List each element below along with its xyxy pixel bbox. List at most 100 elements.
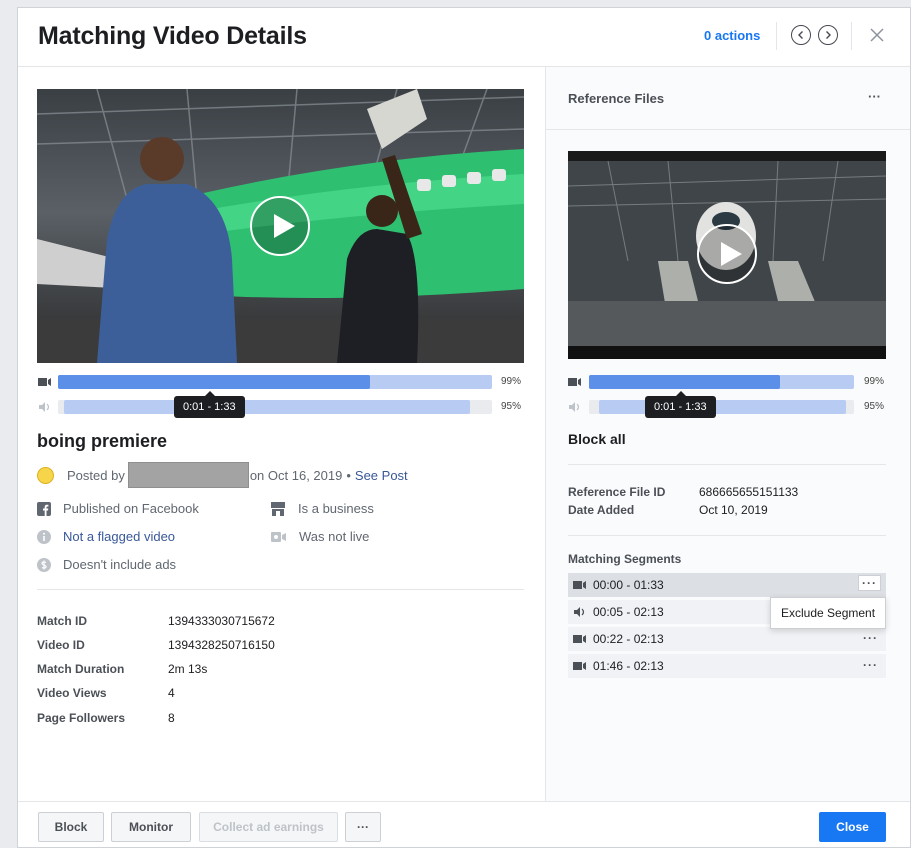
reference-file-id-label: Reference File ID [568, 485, 666, 499]
info-icon [37, 529, 51, 544]
reference-video-match-percent: 99% [864, 376, 885, 387]
reference-audio-match-percent: 95% [864, 401, 885, 412]
section-divider [568, 464, 886, 465]
close-button[interactable]: Close [819, 812, 886, 842]
previous-button[interactable] [791, 25, 811, 45]
fact-live-label: Was not live [299, 529, 370, 544]
audio-match-bar-fill [64, 400, 471, 414]
match-duration-value: 2m 13s [168, 662, 208, 676]
dialog-title: Matching Video Details [38, 22, 307, 50]
video-title: boing premiere [37, 431, 168, 451]
video-camera-icon [38, 378, 51, 386]
segment-more-button[interactable]: ··· [858, 575, 881, 591]
video-camera-icon [568, 378, 581, 386]
fact-published: Published on Facebook [37, 501, 199, 516]
segment-tooltip: 0:01 - 1:33 [174, 391, 245, 418]
audio-match-percent: 95% [501, 401, 522, 412]
exclude-segment-menu-item[interactable]: Exclude Segment [770, 597, 887, 629]
reference-audio-match-bar [589, 400, 854, 414]
segment-row[interactable]: 00:22 - 02:13 ··· [568, 627, 886, 651]
separator-bullet: • [346, 467, 351, 483]
segment-row[interactable]: 01:46 - 02:13 ··· [568, 654, 886, 678]
next-button[interactable] [818, 25, 838, 45]
segment-range: 00:22 - 02:13 [593, 632, 664, 646]
segment-range: 00:05 - 02:13 [593, 605, 664, 619]
match-id-label: Match ID [37, 614, 88, 628]
live-video-icon [271, 531, 286, 542]
section-divider [546, 129, 910, 130]
monitor-button[interactable]: Monitor [111, 812, 191, 842]
reference-policy: Block all [568, 431, 626, 447]
header-divider [776, 22, 777, 50]
reference-files-panel: Reference Files ··· 99% 95% 0:01 - 1:33 … [546, 67, 910, 801]
posted-date: on Oct 16, 2019 [249, 467, 343, 483]
fact-flagged: Not a flagged video [37, 529, 175, 544]
fact-ads: Doesn't include ads [37, 557, 176, 572]
see-post-link[interactable]: See Post [355, 468, 408, 483]
segment-more-button[interactable]: ··· [863, 631, 878, 645]
dialog-footer: Block Monitor Collect ad earnings ··· Cl… [18, 801, 910, 847]
reference-audio-match-bar-fill [599, 400, 847, 414]
fact-business: Is a business [271, 501, 374, 516]
chevron-left-icon [798, 31, 803, 39]
fact-published-label: Published on Facebook [63, 501, 199, 516]
posted-by-label: Posted by [67, 467, 125, 483]
segment-more-button[interactable]: ··· [863, 658, 878, 672]
footer-more-button[interactable]: ··· [345, 812, 381, 842]
collect-ad-earnings-button[interactable]: Collect ad earnings [199, 812, 338, 842]
date-added-value: Oct 10, 2019 [699, 503, 768, 517]
header-divider [851, 22, 852, 50]
segment-range: 00:00 - 01:33 [593, 578, 664, 592]
not-flagged-link[interactable]: Not a flagged video [63, 529, 175, 544]
dialog-header: Matching Video Details 0 actions [18, 8, 910, 67]
page-followers-label: Page Followers [37, 711, 126, 725]
match-id-value: 1394333030715672 [168, 614, 275, 628]
section-divider [37, 589, 524, 590]
video-match-bar-fill [58, 375, 371, 389]
page-avatar [37, 466, 54, 484]
video-views-label: Video Views [37, 686, 107, 700]
video-match-bar [58, 375, 492, 389]
video-match-percent: 99% [501, 376, 522, 387]
matching-video-details-dialog: Matching Video Details 0 actions 99% 95%… [17, 7, 911, 848]
video-id-label: Video ID [37, 638, 85, 652]
segment-range: 01:46 - 02:13 [593, 659, 664, 673]
matched-video-panel: 99% 95% 0:01 - 1:33 boing premiere Poste… [18, 67, 546, 801]
page-followers-value: 8 [168, 711, 175, 725]
play-icon[interactable] [250, 196, 310, 256]
audio-match-bar [58, 400, 492, 414]
reference-video-match-bar-fill [589, 375, 780, 389]
matching-segments-title: Matching Segments [568, 552, 682, 566]
play-icon[interactable] [697, 224, 757, 284]
redacted-page-name [127, 462, 249, 488]
block-button[interactable]: Block [38, 812, 104, 842]
reference-video-player[interactable] [568, 151, 886, 359]
audio-icon [569, 402, 580, 412]
section-divider [568, 535, 886, 536]
actions-link[interactable]: 0 actions [704, 28, 760, 43]
matched-video-player[interactable] [37, 89, 524, 363]
reference-files-title: Reference Files [568, 91, 665, 106]
segment-tooltip: 0:01 - 1:33 [645, 391, 716, 418]
reference-video-match-bar [589, 375, 854, 389]
video-camera-icon [573, 581, 586, 589]
close-icon[interactable] [867, 25, 887, 45]
video-views-value: 4 [168, 686, 175, 700]
storefront-icon [271, 501, 285, 516]
posted-by-row: Posted by on Oct 16, 2019 • See Post [37, 462, 408, 488]
match-duration-label: Match Duration [37, 662, 125, 676]
chevron-right-icon [826, 31, 831, 39]
reference-more-button[interactable]: ··· [868, 89, 881, 104]
fact-ads-label: Doesn't include ads [63, 557, 177, 572]
audio-icon [574, 607, 585, 617]
date-added-label: Date Added [568, 503, 635, 517]
reference-file-id-value: 686665655151133 [699, 485, 799, 499]
segment-row[interactable]: 00:00 - 01:33 ··· [568, 573, 886, 597]
dollar-icon [37, 557, 51, 572]
fact-live: Was not live [271, 529, 369, 544]
audio-icon [39, 402, 50, 412]
video-camera-icon [573, 635, 586, 643]
fact-business-label: Is a business [298, 501, 374, 516]
video-camera-icon [573, 662, 586, 670]
video-id-value: 1394328250716150 [168, 638, 275, 652]
